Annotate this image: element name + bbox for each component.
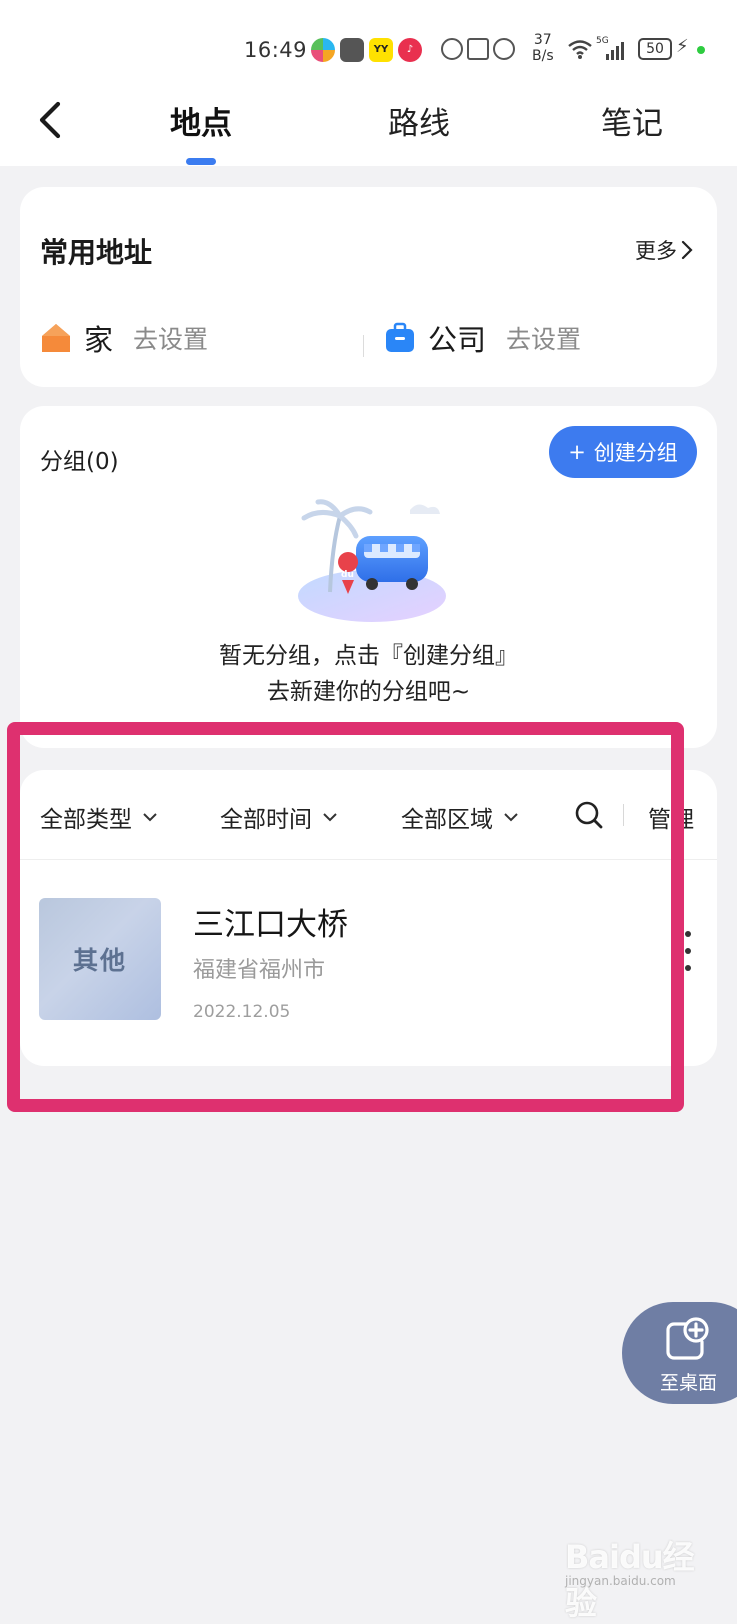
shopping-bag-icon — [340, 38, 364, 62]
groups-card: 分组(0) + 创建分组 du 暂无分组，点击『创建分组』 去新建你的分组吧~ — [20, 406, 717, 748]
tab-places[interactable]: 地点 — [170, 98, 232, 143]
plus-icon: + — [568, 440, 586, 464]
signal-bars-icon — [606, 40, 624, 60]
tab-routes[interactable]: 路线 — [388, 98, 450, 143]
status-app-icons: YY ♪ — [311, 38, 422, 62]
common-addresses-card: 常用地址 更多 家 去设置 公司 去设置 — [20, 187, 717, 387]
active-tab-indicator — [186, 158, 216, 165]
home-address-entry[interactable]: 家 去设置 — [40, 317, 208, 359]
back-arrow-icon[interactable] — [32, 100, 72, 140]
briefcase-icon — [386, 322, 414, 352]
address-divider — [363, 335, 364, 357]
alarm-icon — [493, 38, 515, 60]
more-addresses-link[interactable]: 更多 — [635, 235, 693, 265]
nfc-icon — [467, 38, 489, 60]
illustration-du-badge: du — [341, 570, 354, 580]
yy-app-icon: YY — [369, 38, 393, 62]
common-addresses-title: 常用地址 — [40, 236, 153, 269]
battery-icon: 50 — [638, 38, 672, 60]
groups-title: 分组(0) — [40, 449, 119, 475]
system-status-icons — [441, 38, 515, 60]
create-group-button[interactable]: + 创建分组 — [549, 426, 697, 478]
home-set-link[interactable]: 去设置 — [133, 320, 208, 356]
empty-groups-hint: 去新建你的分组吧~ — [266, 679, 471, 705]
chevron-right-icon — [681, 240, 693, 260]
network-speed: 37 B/s — [532, 32, 554, 64]
charging-icon: ⚡ — [676, 36, 689, 57]
create-group-label: 创建分组 — [593, 441, 678, 465]
wifi-icon — [568, 40, 592, 59]
empty-groups-message: 暂无分组，点击『创建分组』 — [219, 643, 518, 669]
add-to-desktop-button[interactable]: 至桌面 — [622, 1302, 737, 1404]
privacy-indicator-dot — [697, 46, 705, 54]
music-app-icon: ♪ — [398, 38, 422, 62]
status-time: 16:49 — [244, 38, 308, 62]
more-label: 更多 — [635, 239, 677, 263]
network-speed-value: 37 — [533, 32, 552, 48]
empty-groups-illustration: du — [298, 499, 446, 622]
company-address-entry[interactable]: 公司 去设置 — [384, 317, 581, 359]
company-set-link[interactable]: 去设置 — [506, 320, 581, 356]
status-bar: 16:49 YY ♪ 37 B/s 5G 50 ⚡ — [0, 30, 737, 74]
color-pin-icon — [311, 38, 335, 62]
watermark-subtext: jingyan.baidu.com — [565, 1574, 676, 1588]
add-to-desktop-label: 至桌面 — [660, 1372, 718, 1394]
baidu-watermark-logo: Baidu经验 jingyan.baidu.com — [565, 1520, 705, 1622]
home-icon — [42, 324, 70, 352]
home-label: 家 — [84, 323, 114, 357]
tab-notes[interactable]: 笔记 — [601, 98, 663, 143]
data-saver-icon — [441, 38, 463, 60]
add-to-desktop-icon — [666, 1317, 709, 1360]
annotation-highlight-box — [7, 722, 684, 1112]
network-speed-unit: B/s — [532, 48, 554, 64]
company-label: 公司 — [428, 323, 487, 357]
